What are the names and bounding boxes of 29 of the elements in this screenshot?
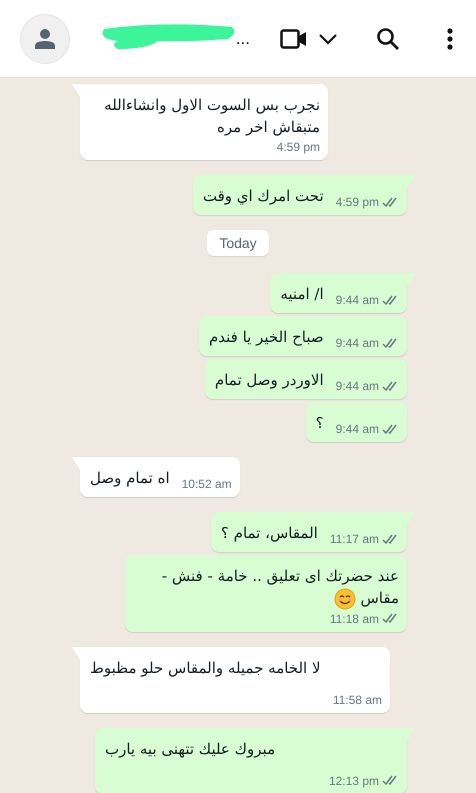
video-call-icon[interactable] xyxy=(280,28,308,50)
message-time: 9:44 am xyxy=(336,422,379,436)
message-time: 9:44 am xyxy=(336,379,379,393)
menu-icon[interactable] xyxy=(446,28,454,50)
message-text: اه تمام وصل xyxy=(90,468,170,489)
avatar[interactable] xyxy=(20,14,70,64)
contact-name[interactable]: ... xyxy=(236,28,250,48)
message-text: ؟ xyxy=(316,413,324,434)
message-time: 11:18 am xyxy=(330,612,379,626)
message-text: صباح الخير يا فندم xyxy=(208,327,324,348)
message-text: تحت امرك اي وقت xyxy=(202,186,324,207)
message-text: المقاس، تمام ؟ xyxy=(220,523,318,544)
message-text: ا/ امنيه xyxy=(280,284,324,305)
message-text: لا الخامه جميله والمقاس حلو مظبوط xyxy=(90,658,322,679)
message-time: 11:17 am xyxy=(330,532,379,546)
message-time: 12:13 pm xyxy=(328,774,379,788)
message-text: نجرب بس السوت الاول وانشاءالله متبقاش اخر مره xyxy=(103,95,320,138)
message-time: 11:58 am xyxy=(332,692,382,707)
message-time: 10:52 am xyxy=(182,477,232,491)
message-time: 4:59 pm xyxy=(336,195,379,209)
message-text: مبروك عليك تتهنى بيه يارب xyxy=(105,738,276,760)
person-icon xyxy=(34,28,56,50)
date-chip: Today xyxy=(207,230,269,256)
message-time: 9:44 am xyxy=(336,293,379,307)
message-text: الاوردر وصل تمام xyxy=(214,370,324,391)
search-icon[interactable] xyxy=(376,26,400,50)
message-text: عند حضرتك اى تعليق .. خامة - فنش - مقاس xyxy=(135,565,399,610)
message-time: 4:59 pm xyxy=(276,140,320,154)
message-time: 9:44 am xyxy=(336,336,379,350)
